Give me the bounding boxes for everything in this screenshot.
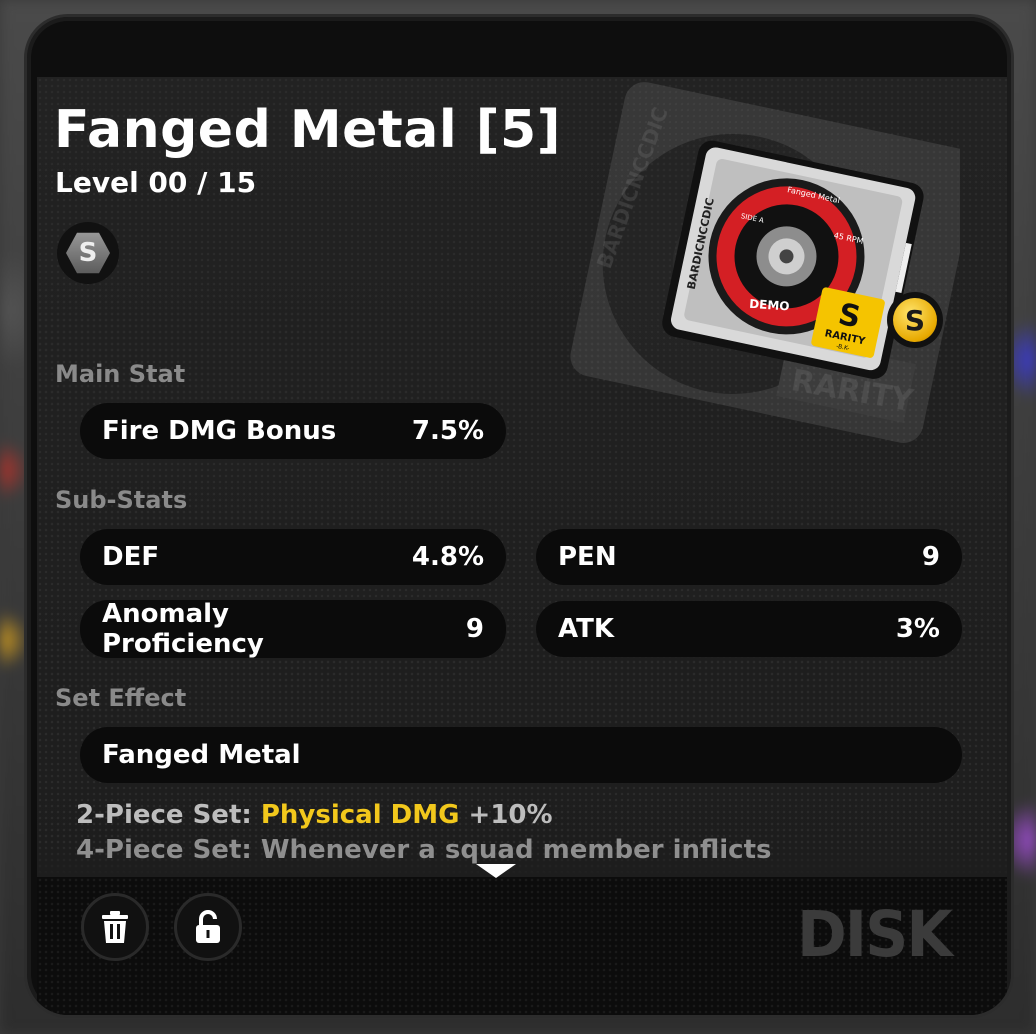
disc-title: Fanged Metal [5] (54, 100, 562, 160)
rank-badge: S (57, 222, 119, 284)
sub-stat-row: PEN 9 (536, 529, 962, 585)
unlock-icon (196, 910, 220, 943)
rarity-coin-icon: S (893, 298, 937, 342)
sub-stat-row: ATK 3% (536, 601, 962, 657)
two-piece-prefix: 2-Piece Set: (76, 800, 252, 830)
rarity-badge: S (887, 292, 943, 348)
category-label: DISK (797, 898, 953, 972)
two-piece-effect: 2-Piece Set: Physical DMG +10% (76, 800, 553, 830)
main-stat-name: Fire DMG Bonus (102, 416, 337, 446)
four-piece-effect: 4-Piece Set: Whenever a squad member inf… (76, 835, 772, 865)
sub-stat-value: 9 (921, 542, 940, 572)
set-effect-label: Set Effect (55, 684, 187, 712)
sub-stat-name: PEN (558, 542, 617, 572)
sub-stat-name: DEF (102, 542, 160, 572)
sub-stat-row: DEF 4.8% (80, 529, 506, 585)
disc-level: Level 00 / 15 (55, 166, 257, 199)
sub-stat-value: 3% (895, 614, 940, 644)
scroll-down-icon[interactable] (476, 864, 516, 878)
sub-stat-row: Anomaly Proficiency 9 (80, 599, 506, 659)
lock-toggle-button[interactable] (174, 893, 242, 961)
rank-s-icon: S (66, 232, 110, 274)
sub-stat-value: 9 (465, 614, 484, 644)
main-stat-value: 7.5% (411, 416, 484, 446)
disc-artwork: BARDICNCCDIC RARITY Fanged Metal 45 RPM … (570, 82, 960, 443)
delete-button[interactable] (81, 893, 149, 961)
set-name: Fanged Metal (102, 740, 301, 770)
trash-icon (102, 911, 128, 943)
main-stat-row: Fire DMG Bonus 7.5% (80, 403, 506, 459)
sub-stat-name: Anomaly Proficiency (102, 599, 264, 659)
two-piece-highlight: Physical DMG (260, 800, 460, 830)
sub-stat-name: ATK (558, 614, 614, 644)
sub-stats-label: Sub-Stats (55, 486, 188, 514)
two-piece-suffix: +10% (468, 800, 553, 830)
set-name-row: Fanged Metal (80, 727, 962, 783)
main-stat-label: Main Stat (55, 360, 186, 388)
demo-text: DEMO (749, 297, 790, 314)
sub-stat-value: 4.8% (411, 542, 484, 572)
